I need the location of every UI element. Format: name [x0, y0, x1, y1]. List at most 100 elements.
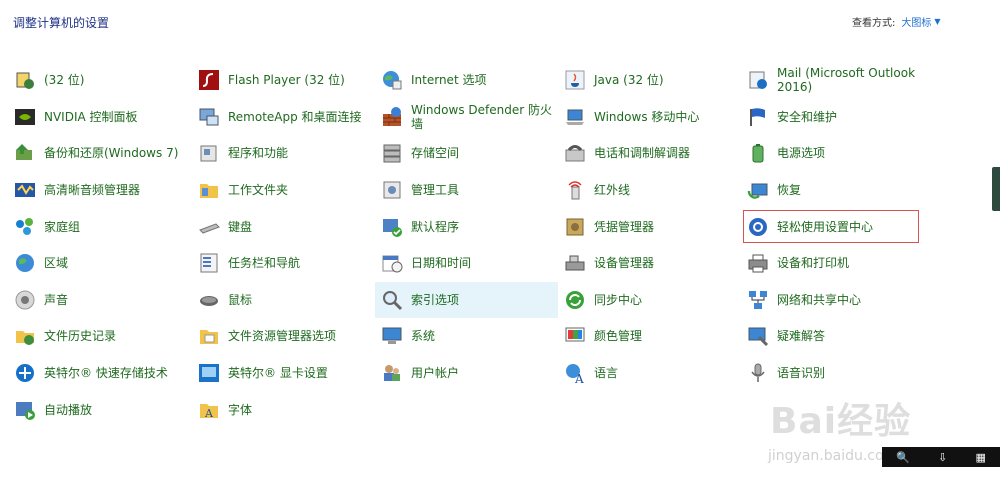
cp-item-default-programs[interactable]: 默认程序: [375, 208, 558, 245]
cp-item-power-options[interactable]: 电源选项: [741, 135, 921, 172]
cp-item-label: 语音识别: [777, 366, 826, 381]
cp-item-label: Internet 选项: [411, 73, 487, 88]
cp-item-intel-graphics[interactable]: 英特尔® 显卡设置: [192, 355, 375, 392]
language-icon: A: [563, 361, 587, 385]
cp-item-phone-modem[interactable]: 电话和调制解调器: [558, 135, 741, 172]
cp-item-devices-printers[interactable]: 设备和打印机: [741, 245, 921, 282]
cp-item-security-maintenance[interactable]: 安全和维护: [741, 99, 921, 136]
cp-item-remoteapp[interactable]: RemoteApp 和桌面连接: [192, 99, 375, 136]
cp-item-keyboard[interactable]: 键盘: [192, 208, 375, 245]
cp-item-recovery[interactable]: 恢复: [741, 172, 921, 209]
cp-item-programs[interactable]: 程序和功能: [192, 135, 375, 172]
cp-item-file-history[interactable]: 文件历史记录: [8, 318, 192, 355]
chevron-down-icon: ▼: [934, 17, 941, 26]
cp-item-label: 颜色管理: [594, 329, 643, 344]
magnifier-icon: [380, 288, 404, 312]
cp-item-taskbar[interactable]: 任务栏和导航: [192, 245, 375, 282]
cp-item-firewall[interactable]: Windows Defender 防火墙: [375, 99, 558, 136]
java-icon: [563, 68, 587, 92]
taskbar-icon: [197, 251, 221, 275]
cp-item-flash[interactable]: Flash Player (32 位): [192, 62, 375, 99]
intel-storage-icon: [13, 361, 37, 385]
accessibility-icon: [746, 215, 770, 239]
cp-item-system[interactable]: 系统: [375, 318, 558, 355]
cp-item-sound[interactable]: 声音: [8, 282, 192, 319]
download-icon[interactable]: ⇩: [938, 451, 947, 464]
cp-item-mobility-center[interactable]: Windows 移动中心: [558, 99, 741, 136]
header-title: 调整计算机的设置: [13, 16, 110, 30]
cp-item-label: 存储空间: [411, 146, 460, 161]
cp-item-region[interactable]: 区域: [8, 245, 192, 282]
cp-item-label: 文件历史记录: [44, 329, 117, 344]
programs-icon: [197, 141, 221, 165]
speaker-icon: [13, 288, 37, 312]
mail-icon: [746, 68, 770, 92]
network-icon: [746, 288, 770, 312]
sync-icon: [563, 288, 587, 312]
cp-item-date-time[interactable]: 日期和时间: [375, 245, 558, 282]
microphone-icon: [746, 361, 770, 385]
cp-item-label: 高清晰音频管理器: [44, 183, 141, 198]
cp-item-work-folders[interactable]: 工作文件夹: [192, 172, 375, 209]
cp-item-label: 任务栏和导航: [228, 256, 301, 271]
cp-item-color-management[interactable]: 颜色管理: [558, 318, 741, 355]
cp-item-label: 键盘: [228, 219, 253, 234]
cp-item-device-manager[interactable]: 设备管理器: [558, 245, 741, 282]
cp-item-troubleshooting[interactable]: 疑难解答: [741, 318, 921, 355]
cp-item-sync-center[interactable]: 同步中心: [558, 282, 741, 319]
admin-tools-icon: [380, 178, 404, 202]
cp-item-fonts[interactable]: A 字体: [192, 391, 375, 428]
grid-icon[interactable]: ▦: [975, 451, 985, 464]
cp-item-intel-storage[interactable]: 英特尔® 快速存储技术: [8, 355, 192, 392]
cp-item-label: 管理工具: [411, 183, 460, 198]
view-by-value: 大图标: [901, 18, 932, 29]
cp-item-autoplay[interactable]: 自动播放: [8, 391, 192, 428]
cp-item-32bit[interactable]: (32 位): [8, 62, 192, 99]
cp-item-homegroup[interactable]: 家庭组: [8, 208, 192, 245]
cp-item-mail[interactable]: Mail (Microsoft Outlook 2016): [741, 62, 921, 99]
bottom-overlay-bar: 🔍 ⇩ ▦: [882, 447, 1000, 467]
cp-item-indexing[interactable]: 索引选项: [375, 281, 558, 319]
cp-item-storage-spaces[interactable]: 存储空间: [375, 135, 558, 172]
cp-item-nvidia[interactable]: NVIDIA 控制面板: [8, 99, 192, 136]
cp-item-label: 声音: [44, 292, 69, 307]
cp-item-explorer-options[interactable]: 文件资源管理器选项: [192, 318, 375, 355]
cp-item-label: 同步中心: [594, 292, 643, 307]
cp-item-internet-options[interactable]: Internet 选项: [375, 62, 558, 99]
cp-item-label: Mail (Microsoft Outlook 2016): [777, 66, 916, 95]
view-by-control: 查看方式: 大图标 ▼: [852, 14, 941, 29]
battery-icon: [746, 141, 770, 165]
cp-item-label: 文件资源管理器选项: [228, 329, 337, 344]
control-panel-grid: (32 位) NVIDIA 控制面板 备份和还原(Windows 7) 高清晰音…: [8, 62, 921, 428]
cp-item-mouse[interactable]: 鼠标: [192, 282, 375, 319]
cp-item-label: Java (32 位): [594, 73, 664, 88]
autoplay-icon: [13, 398, 37, 422]
cp-item-admin-tools[interactable]: 管理工具: [375, 172, 558, 209]
cp-item-language[interactable]: A 语言: [558, 355, 741, 392]
cp-item-network-sharing[interactable]: 网络和共享中心: [741, 282, 921, 319]
cp-item-label: 语言: [594, 366, 619, 381]
watermark-url: jingyan.baidu.com: [768, 448, 898, 464]
cp-item-user-accounts[interactable]: 用户帐户: [375, 355, 558, 392]
cp-item-credential-manager[interactable]: 凭据管理器: [558, 208, 741, 245]
cp-item-java[interactable]: Java (32 位): [558, 62, 741, 99]
cp-item-ease-of-access[interactable]: 轻松使用设置中心: [741, 208, 921, 245]
cp-item-label: 设备和打印机: [777, 256, 850, 271]
cp-item-infrared[interactable]: 红外线: [558, 172, 741, 209]
cp-item-label: 鼠标: [228, 292, 253, 307]
search-icon[interactable]: 🔍: [896, 451, 910, 464]
folder-options-icon: [197, 324, 221, 348]
view-by-dropdown[interactable]: 大图标 ▼: [901, 14, 940, 29]
cp-item-speech-recognition[interactable]: 语音识别: [741, 355, 921, 392]
cp-item-audio[interactable]: 高清晰音频管理器: [8, 172, 192, 209]
cp-item-label: 恢复: [777, 183, 802, 198]
cp-item-label: 日期和时间: [411, 256, 472, 271]
cp-item-label: 电源选项: [777, 146, 826, 161]
computer-icon: [380, 324, 404, 348]
cp-item-label: Windows Defender 防火墙: [411, 102, 552, 131]
cp-item-label: 索引选项: [411, 292, 460, 307]
cp-item-backup[interactable]: 备份和还原(Windows 7): [8, 135, 192, 172]
nvidia-icon: [13, 105, 37, 129]
cp-item-label: 英特尔® 快速存储技术: [44, 366, 168, 381]
side-panel-tab[interactable]: [992, 167, 1000, 211]
